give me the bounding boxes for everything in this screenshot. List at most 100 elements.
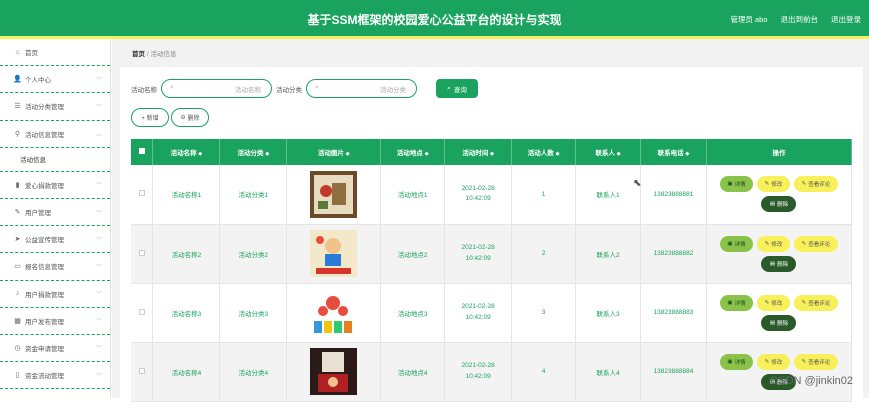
detail-button[interactable]: ▣ 详情 [719,294,753,311]
back-to-front-link[interactable]: 退出到前台 [781,14,819,25]
detail-button[interactable]: ▣ 详情 [719,235,753,252]
sort-icon: ◆ [685,151,690,157]
view-comments-button[interactable]: ✎ 查看评论 [793,294,838,311]
column-header[interactable]: 联系人 ◆ [575,139,641,165]
phone-icon: ▯ [15,372,20,380]
detail-button[interactable]: ▣ 详情 [719,353,753,370]
contact-cell: 联系人4 [575,342,641,402]
chevron-down-icon: ﹀ [95,210,102,217]
category-search-placeholder: 活动分类 [380,86,406,94]
phone-cell: 13823888882 [640,224,707,284]
activity-image-cell [286,283,382,343]
sidebar-item[interactable]: ✎ 用户管理 ﹀ [0,199,110,227]
sidebar-item-label: 个人中心 [25,77,51,85]
edit-label: 修改 [771,241,783,248]
row-select-cell [131,283,154,343]
sidebar: ⌂ 首页 👤 个人中心 ﹀ ☰ 活动分类管理 ﹀ ⚲ 活动信息管理 ︿ 活动信息 ▮ 爱心捐款管理 ﹀ ✎ 用户… [0,39,111,398]
column-header-label: 联系人 [595,150,615,157]
add-button[interactable]: + 新增 [131,108,169,127]
activity-people-cell: 1 [511,165,577,225]
breadcrumb-sep: / [146,51,149,58]
sidebar-item[interactable]: 👤 个人中心 ﹀ [0,66,110,94]
breadcrumb-home[interactable]: 首页 [132,51,145,58]
row-checkbox[interactable] [138,367,145,374]
chevron-down-icon: ﹀ [95,237,102,244]
table-row: 活动名称4 活动分类4 活动地点4 2021-02-28 10:42:09 4 联系人4 1… [131,342,853,402]
column-header[interactable]: 活动时间 ◆ [444,139,513,165]
row-checkbox[interactable] [138,249,145,256]
chevron-down-icon: ﹀ [95,373,102,380]
search-icon: ⌕ [315,84,319,91]
sidebar-item[interactable]: ▭ 报名信息管理 ﹀ [0,253,110,281]
edit-label: 修改 [771,300,783,307]
activity-time-cell: 2021-02-28 10:42:09 [444,165,513,225]
trash-icon: ▤ [769,201,776,208]
sidebar-item[interactable]: ⌂ 首页 [0,39,110,67]
table-row: 活动名称2 活动分类2 活动地点2 2021-02-28 10:42:09 2 联系人2 1… [131,224,853,284]
activity-location-cell: 活动地点2 [380,224,446,284]
chart-icon: ▮ [15,181,20,189]
select-all-checkbox[interactable] [138,148,145,154]
column-header-label: 活动分类 [237,150,264,157]
contact-cell: 联系人3 [575,283,641,343]
row-checkbox[interactable] [138,308,145,315]
edit-icon: ✎ [764,240,770,247]
column-header[interactable]: 活动人数 ◆ [511,139,577,165]
comment-label: 查看评论 [808,359,831,366]
sidebar-subitem-activity-info[interactable]: 活动信息 [0,148,110,172]
column-header[interactable]: 活动名称 ◆ [152,139,221,165]
name-search-input[interactable]: ⌕ 活动名称 [161,79,272,98]
row-delete-button[interactable]: ▤ 删除 [761,255,797,272]
view-comments-button[interactable]: ✎ 查看评论 [793,353,838,370]
detail-label: 详情 [734,182,746,189]
query-button-label: 查询 [453,86,467,94]
sidebar-item[interactable]: ▮ 爱心捐款管理 ﹀ [0,172,110,199]
sidebar-item[interactable]: ➤ 公益宣传管理 ﹀ [0,226,110,254]
column-header-label: 操作 [772,150,786,157]
row-delete-button[interactable]: ▤ 删除 [761,196,797,213]
table-body: 活动名称1 活动分类1 活动地点1 2021-02-28 10:42:09 1 联系人1 1… [131,165,853,402]
admin-label: 管理员 abo [730,15,768,24]
sidebar-item[interactable]: ⚲ 活动信息管理 ︿ [0,121,110,148]
sidebar-item-label: 活动分类管理 [25,104,64,112]
select-all-cell [131,139,154,165]
query-button[interactable]: ⌕ 查询 [436,79,478,98]
activity-location-cell: 活动地点3 [380,283,446,343]
edit-button[interactable]: ✎ 修改 [756,176,790,193]
activity-category-cell: 活动分类3 [219,283,288,343]
sidebar-item[interactable]: ♪ 用户捐款管理 ﹀ [0,281,110,308]
search-icon: ⌕ [170,84,174,91]
column-header[interactable]: 活动地点 ◆ [380,139,446,165]
activity-people-cell: 3 [511,283,577,343]
chevron-down-icon: ﹀ [95,319,102,326]
row-delete-button[interactable]: ▤ 删除 [761,314,797,331]
sidebar-item[interactable]: ▯ 资金流动管理 ﹀ [0,362,110,390]
sidebar-item[interactable]: ◷ 资金申请管理 ﹀ [0,335,110,363]
column-header[interactable]: 活动分类 ◆ [219,139,288,165]
logout-link[interactable]: 退出登录 [831,14,861,25]
content-panel: 活动名称 ⌕ 活动名称 活动分类 ⌕ 活动分类 ⌕ 查询 + 新增 ⊖ 删除 活… [120,67,863,402]
column-header[interactable]: 联系电话 ◆ [640,139,707,165]
view-comments-button[interactable]: ✎ 查看评论 [793,235,838,252]
clock-icon: ◷ [14,344,21,352]
view-comments-button[interactable]: ✎ 查看评论 [793,176,838,193]
row-checkbox[interactable] [138,190,145,197]
operations-cell: ▣ 详情 ✎ 修改 ✎ 查看评论 ▤ 删除 [706,165,853,225]
edit-button[interactable]: ✎ 修改 [756,353,790,370]
chevron-down-icon: ﹀ [95,104,102,111]
sidebar-item[interactable]: ▦ 用户发布管理 ﹀ [0,308,110,335]
sidebar-item[interactable]: ☰ 活动分类管理 ﹀ [0,93,110,121]
edit-button[interactable]: ✎ 修改 [756,294,790,311]
edit-button[interactable]: ✎ 修改 [756,235,790,252]
activity-category-cell: 活动分类4 [219,342,288,402]
chevron-down-icon: ﹀ [95,292,102,299]
delete-button[interactable]: ⊖ 删除 [171,108,209,127]
activity-image [310,170,358,218]
column-header-label: 活动地点 [396,150,423,157]
activity-name-cell: 活动名称2 [152,224,221,284]
column-header[interactable]: 活动图片 ◆ [286,139,382,165]
activity-image-cell [286,342,382,402]
category-search-input[interactable]: ⌕ 活动分类 [306,79,417,98]
detail-button[interactable]: ▣ 详情 [719,176,753,193]
column-header-label: 活动名称 [170,150,197,157]
